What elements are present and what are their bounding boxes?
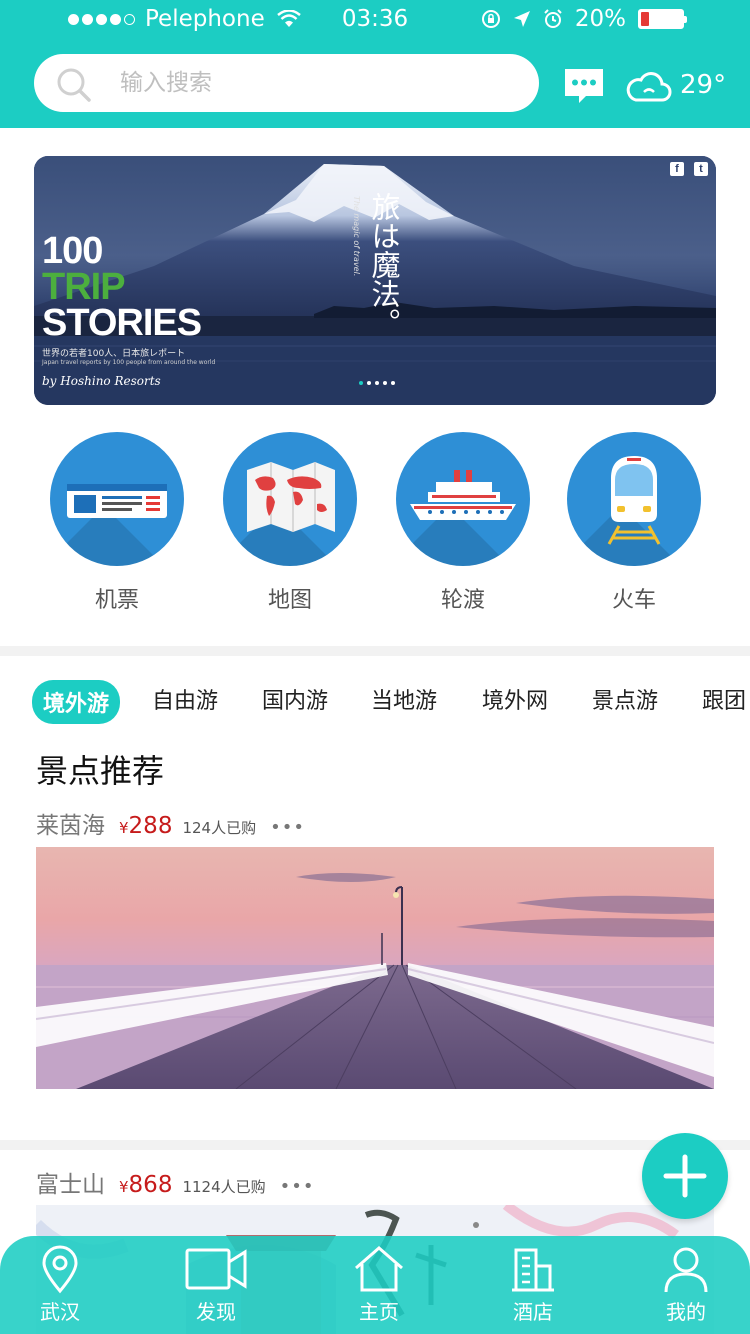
tabbar-item-location[interactable]: 武汉	[15, 1244, 105, 1325]
train-icon	[567, 432, 701, 566]
hotel-building-icon	[512, 1248, 554, 1292]
rotation-lock-icon	[481, 10, 500, 28]
tab-overseas[interactable]: 境外游	[32, 680, 121, 724]
item-price: 288	[128, 813, 173, 839]
item-name: 富士山	[36, 1172, 105, 1198]
add-button[interactable]	[642, 1133, 728, 1219]
sold-count: 124人已购	[182, 819, 257, 837]
banner-subtitle: 世界の若者100人、日本旅レポート	[42, 349, 186, 359]
battery-icon	[638, 9, 687, 29]
tabbar-label: 发现	[196, 1300, 236, 1324]
banner-signature: by Hoshino Resorts	[42, 374, 161, 388]
pager-dot[interactable]	[359, 381, 363, 385]
category-label: 轮渡	[440, 588, 485, 613]
category-train[interactable]: 火车	[564, 432, 704, 614]
status-bar: Pelephone 03:36 20%	[0, 0, 750, 40]
category-label: 机票	[94, 588, 139, 613]
banner-vertical-small: The magic of travel.	[352, 196, 361, 277]
price-currency: ¥	[119, 1178, 129, 1196]
category-map[interactable]: 地图	[220, 432, 360, 614]
weather-temperature: 29°	[680, 70, 727, 100]
more-options-icon[interactable]: •••	[280, 1176, 315, 1197]
pager-dot[interactable]	[367, 381, 371, 385]
cloud-icon	[626, 72, 672, 102]
category-ferry[interactable]: 轮渡	[393, 432, 533, 614]
item-header[interactable]: 富士山 ¥ 868 1124人已购 •••	[36, 1165, 315, 1199]
bottom-tab-bar: 武汉 发现 主页 酒店 我的	[0, 1236, 750, 1334]
tabbar-label: 武汉	[40, 1300, 80, 1324]
category-flight[interactable]: 机票	[47, 432, 187, 614]
promo-banner[interactable]: 100 TRIP STORIES 世界の若者100人、日本旅レポート Japan…	[34, 156, 716, 405]
banner-vertical-title: 旅は魔法。	[367, 192, 401, 337]
tab-group-tour[interactable]: 跟团	[702, 683, 746, 715]
pager-dot[interactable]	[375, 381, 379, 385]
banner-title-line3: STORIES	[42, 302, 202, 344]
plus-icon	[663, 1154, 707, 1198]
item-photo[interactable]	[36, 847, 714, 1089]
location-pin-icon	[42, 1245, 78, 1294]
category-label: 地图	[267, 588, 312, 613]
section-title: 景点推荐	[36, 752, 165, 790]
social-links: f t	[670, 162, 708, 176]
tabbar-label: 我的	[666, 1300, 706, 1324]
ferry-ship-icon	[396, 432, 530, 566]
banner-subtitle-en: Japan travel reports by 100 people from …	[42, 359, 216, 366]
header: Pelephone 03:36 20% 输入搜索 29°	[0, 0, 750, 128]
tab-domestic[interactable]: 国内游	[262, 683, 328, 715]
pier-sunset-image	[36, 847, 714, 1089]
banner-title-line2: TRIP	[42, 266, 126, 308]
more-options-icon[interactable]: •••	[270, 817, 305, 838]
location-arrow-icon	[513, 11, 530, 27]
pager-dot[interactable]	[391, 381, 395, 385]
world-map-icon	[223, 432, 357, 566]
price-currency: ¥	[119, 819, 129, 837]
category-label: 火车	[611, 588, 656, 613]
tab-attractions[interactable]: 景点游	[592, 683, 658, 715]
divider	[0, 1140, 750, 1150]
facebook-icon[interactable]: f	[670, 162, 684, 176]
banner-pager[interactable]	[359, 381, 395, 385]
search-bar[interactable]	[34, 54, 539, 112]
person-icon	[664, 1247, 708, 1293]
divider	[0, 646, 750, 656]
tabbar-item-home[interactable]: 主页	[334, 1244, 424, 1325]
category-grid: 机票 地图 轮渡 火车	[0, 432, 750, 632]
banner-title-line1: 100	[42, 230, 103, 272]
tab-local[interactable]: 当地游	[371, 683, 437, 715]
tab-free-travel[interactable]: 自由游	[152, 683, 218, 715]
battery-percent: 20%	[574, 6, 626, 32]
flight-ticket-icon	[50, 432, 184, 566]
tabbar-item-discover[interactable]: 发现	[171, 1244, 261, 1325]
status-right-group: 20%	[481, 6, 687, 32]
message-icon[interactable]	[562, 66, 606, 106]
tour-type-tabs: 境外游 自由游 国内游 当地游 境外网 景点游 跟团	[0, 680, 750, 726]
video-camera-icon	[185, 1248, 247, 1290]
alarm-icon	[544, 9, 562, 28]
tabbar-label: 酒店	[513, 1300, 553, 1324]
item-price: 868	[128, 1172, 173, 1198]
item-header[interactable]: 莱茵海 ¥ 288 124人已购 •••	[36, 806, 305, 840]
weather-widget[interactable]: 29°	[626, 66, 726, 104]
twitter-icon[interactable]: t	[694, 162, 708, 176]
tabbar-label: 主页	[359, 1300, 399, 1324]
tab-overseas-net[interactable]: 境外网	[482, 683, 548, 715]
tabbar-item-profile[interactable]: 我的	[641, 1244, 731, 1325]
tabbar-item-hotel[interactable]: 酒店	[488, 1244, 578, 1325]
item-name: 莱茵海	[36, 813, 105, 839]
home-icon	[355, 1246, 403, 1292]
pager-dot[interactable]	[383, 381, 387, 385]
search-icon	[57, 68, 91, 102]
search-input[interactable]	[120, 66, 510, 100]
sold-count: 1124人已购	[182, 1178, 266, 1196]
